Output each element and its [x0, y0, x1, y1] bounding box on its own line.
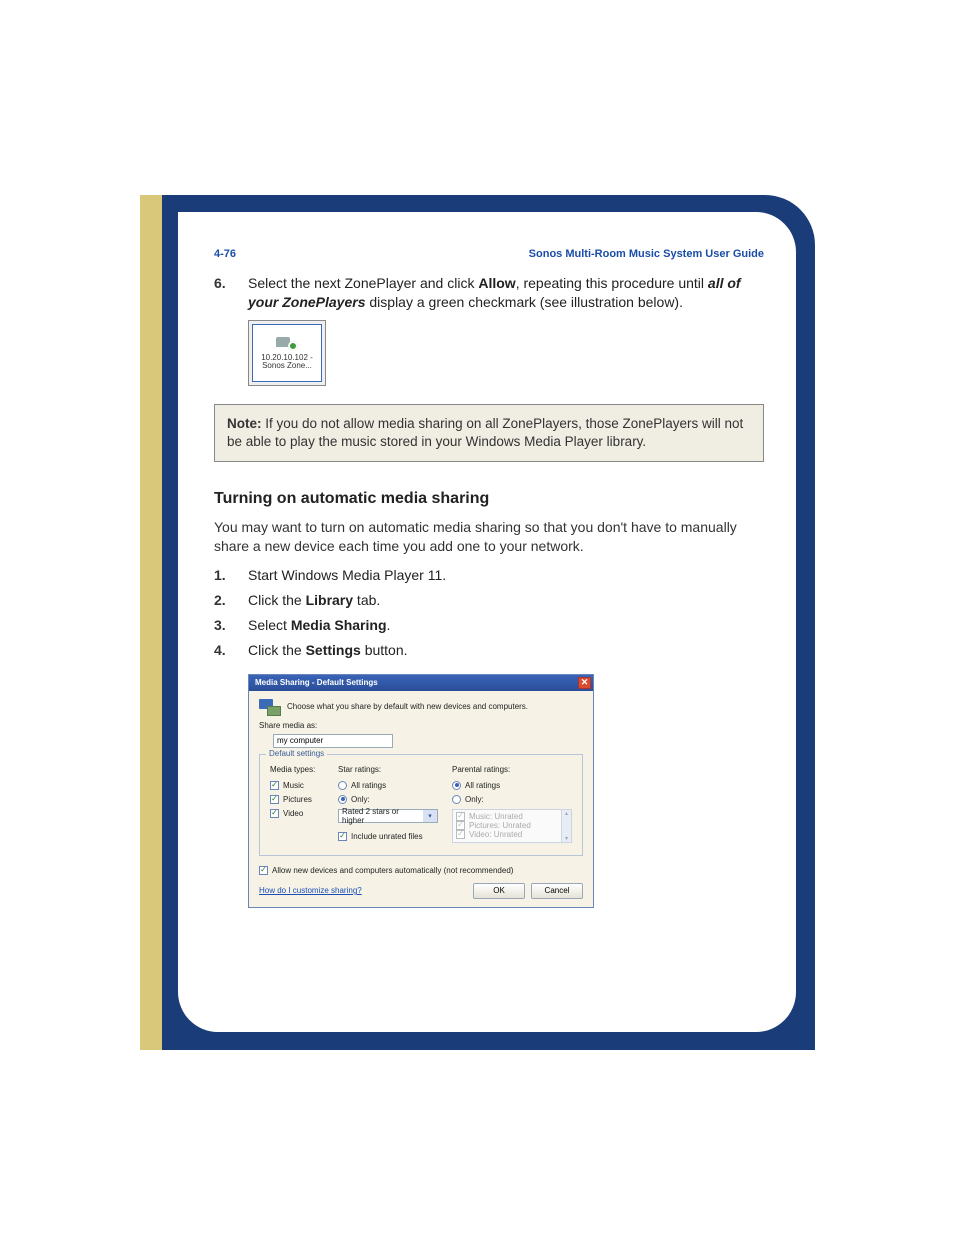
music-checkbox[interactable]: ✓Music [270, 781, 324, 790]
parental-all-radio[interactable]: All ratings [452, 781, 572, 790]
media-sharing-dialog: Media Sharing - Default Settings ✕ Choos… [248, 674, 594, 908]
fieldset-legend: Default settings [266, 749, 327, 758]
section-heading: Turning on automatic media sharing [214, 490, 764, 508]
page-accent-bar [140, 195, 162, 1050]
all-ratings-radio[interactable]: All ratings [338, 781, 438, 790]
note-text: If you do not allow media sharing on all… [227, 416, 743, 449]
dialog-description-row: Choose what you share by default with ne… [259, 699, 583, 715]
zoneplayer-icon-frame: 10.20.10.102 - Sonos Zone... [248, 320, 326, 386]
parental-only-radio[interactable]: Only: [452, 795, 572, 804]
page-content: 4-76 Sonos Multi-Room Music System User … [178, 212, 796, 1032]
rating-dropdown[interactable]: Rated 2 stars or higher ▾ [338, 809, 438, 823]
step-number: 6. [214, 274, 234, 312]
page-number: 4-76 [214, 248, 236, 260]
include-unrated-checkbox[interactable]: ✓Include unrated files [338, 832, 438, 841]
dialog-title: Media Sharing - Default Settings [255, 678, 378, 687]
share-as-input[interactable] [273, 734, 393, 748]
close-icon[interactable]: ✕ [578, 677, 591, 689]
step-text: Click the Settings button. [248, 641, 764, 660]
ordered-steps: 1. Start Windows Media Player 11. 2. Click… [214, 566, 764, 660]
step-number: 4. [214, 641, 234, 660]
zoneplayer-device-icon: 10.20.10.102 - Sonos Zone... [252, 324, 322, 382]
zone-name-label: Sonos Zone... [262, 362, 312, 370]
cancel-button[interactable]: Cancel [531, 883, 583, 899]
media-types-label: Media types: [270, 765, 324, 774]
step-6: 6. Select the next ZonePlayer and click … [214, 274, 764, 312]
scrollbar[interactable]: ▴▾ [561, 810, 571, 842]
page-header: 4-76 Sonos Multi-Room Music System User … [214, 248, 764, 260]
customize-sharing-link[interactable]: How do I customize sharing? [259, 886, 362, 895]
dropdown-value: Rated 2 stars or higher [342, 807, 423, 825]
step-number: 3. [214, 616, 234, 635]
step-number: 2. [214, 591, 234, 610]
checkmark-icon [276, 335, 298, 351]
pictures-checkbox[interactable]: ✓Pictures [270, 795, 324, 804]
dialog-titlebar: Media Sharing - Default Settings ✕ [249, 675, 593, 691]
auto-allow-checkbox[interactable]: ✓Allow new devices and computers automat… [259, 866, 583, 875]
star-ratings-label: Star ratings: [338, 765, 438, 774]
step-text: Select the next ZonePlayer and click All… [248, 274, 764, 312]
note-label: Note: [227, 416, 262, 431]
parental-ratings-label: Parental ratings: [452, 765, 572, 774]
dialog-description: Choose what you share by default with ne… [287, 702, 528, 711]
step-number: 1. [214, 566, 234, 585]
section-intro: You may want to turn on automatic media … [214, 518, 764, 556]
ok-button[interactable]: OK [473, 883, 525, 899]
chevron-down-icon: ▾ [423, 810, 437, 822]
only-radio[interactable]: Only: [338, 795, 438, 804]
parental-listbox[interactable]: ✓Music: Unrated ✓Pictures: Unrated ✓Vide… [452, 809, 572, 843]
media-icon [259, 699, 281, 715]
default-settings-fieldset: Default settings Media types: ✓Music ✓Pi… [259, 754, 583, 856]
share-as-label: Share media as: [259, 721, 583, 730]
step-text: Start Windows Media Player 11. [248, 566, 764, 585]
step-text: Select Media Sharing. [248, 616, 764, 635]
video-checkbox[interactable]: ✓Video [270, 809, 324, 818]
step-text: Click the Library tab. [248, 591, 764, 610]
note-callout: Note: If you do not allow media sharing … [214, 404, 764, 462]
guide-title: Sonos Multi-Room Music System User Guide [529, 248, 764, 260]
